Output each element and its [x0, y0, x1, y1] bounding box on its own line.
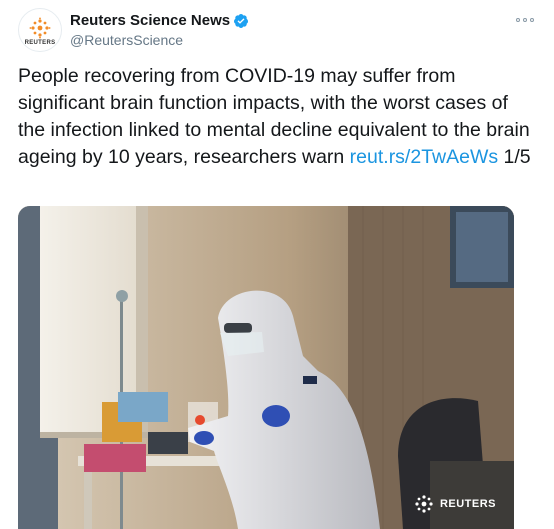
- tweet-link[interactable]: reut.rs/2TwAeWs: [350, 146, 498, 168]
- more-dot: [516, 18, 520, 22]
- display-name[interactable]: Reuters Science News: [70, 12, 230, 29]
- reuters-watermark: REUTERS: [413, 493, 496, 515]
- lab-photo: [18, 206, 514, 529]
- account-names: Reuters Science News @ReutersScience: [70, 12, 249, 48]
- name-row: Reuters Science News: [70, 12, 249, 29]
- watermark-text: REUTERS: [439, 498, 496, 510]
- tweet-thread-count: 1/5: [498, 146, 531, 168]
- verified-badge-icon: [234, 13, 249, 28]
- reuters-logo-icon: [29, 17, 51, 38]
- tweet-text: People recovering from COVID-19 may suff…: [18, 63, 538, 171]
- avatar-wordmark: REUTERS: [24, 39, 56, 46]
- more-dot: [523, 18, 527, 22]
- reuters-logo-icon: [415, 495, 433, 513]
- tweet-card: REUTERS Reuters Science News @ReutersSci…: [0, 0, 554, 529]
- more-options-icon[interactable]: [516, 14, 534, 26]
- more-dot: [530, 18, 534, 22]
- tweet-photo[interactable]: REUTERS: [18, 206, 514, 529]
- avatar[interactable]: REUTERS: [18, 8, 62, 52]
- account-handle[interactable]: @ReutersScience: [70, 32, 249, 48]
